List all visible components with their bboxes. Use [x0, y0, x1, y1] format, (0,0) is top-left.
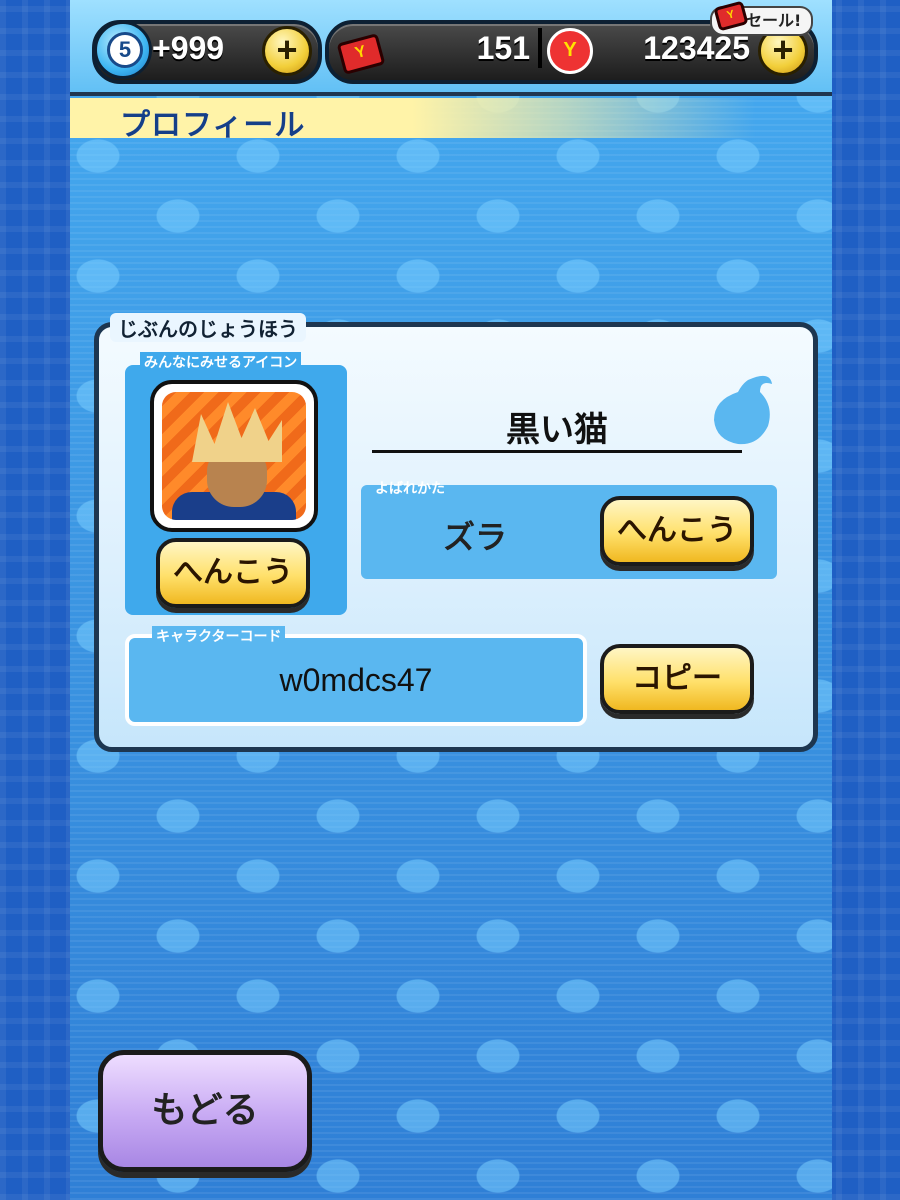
spirit-orb-icon: 5: [94, 21, 152, 79]
spirit-count: +999: [152, 30, 225, 66]
spirit-drop-icon: [714, 375, 772, 445]
change-icon-button[interactable]: へんこう: [156, 538, 310, 608]
sale-badge[interactable]: Y セール!: [710, 0, 814, 36]
character-code-value: w0mdcs47: [279, 662, 433, 698]
currency-divider: [538, 28, 542, 68]
nickname-label: よばれかた: [375, 481, 445, 497]
sale-label: セール!: [746, 11, 802, 30]
copy-code-button[interactable]: コピー: [600, 644, 754, 714]
player-name: 黒い猫: [506, 410, 608, 450]
nickname-value: ズラ: [442, 518, 507, 556]
change-nickname-button[interactable]: へんこう: [600, 496, 754, 566]
public-icon-label: みんなにみせるアイコン: [140, 352, 302, 372]
avatar[interactable]: [150, 380, 318, 532]
profile-section-label: じぶんのじょうほう: [110, 313, 306, 342]
name-underline: [372, 450, 742, 453]
page-title: プロフィール: [120, 108, 306, 143]
game-screen: 5 +999 + Y 151 Y 123425 + Y セール! プロフィール …: [70, 0, 832, 1200]
character-code-label: キャラクターコード: [152, 626, 286, 646]
back-button[interactable]: もどる: [98, 1050, 312, 1172]
card-count: 151: [476, 30, 530, 66]
y-coin-icon: Y: [547, 28, 593, 74]
spirit-level-badge: 5: [107, 32, 143, 68]
add-spirit-plus-icon[interactable]: +: [262, 26, 312, 76]
avatar-image: [162, 392, 306, 520]
avatar-hair: [192, 402, 282, 462]
